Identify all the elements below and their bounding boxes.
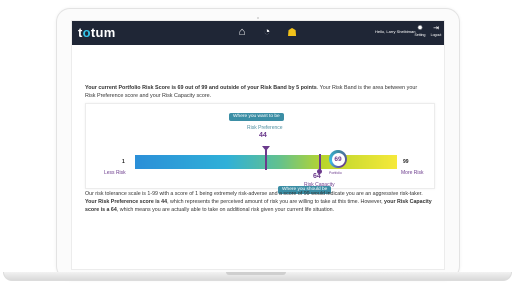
- user-greeting: Hello, Larry Shelbiman: [375, 29, 416, 34]
- scale-min: 1: [122, 159, 125, 165]
- summary-bold: Your current Portfolio Risk Score is 69 …: [85, 85, 317, 91]
- portfolio-score-circle: 69: [329, 150, 347, 168]
- logo-dot: o: [82, 25, 91, 40]
- setting-button[interactable]: ✹ Setting: [412, 24, 428, 42]
- explain-text-3: , which means you are actually able to t…: [116, 206, 335, 213]
- logout-button[interactable]: ⇥ Logout: [428, 24, 444, 42]
- risk-summary: Your current Portfolio Risk Score is 69 …: [85, 84, 425, 100]
- risk-explanation: Our risk tolerance scale is 1-99 with a …: [85, 191, 433, 214]
- explain-text-1: Our risk tolerance scale is 1-99 with a …: [85, 191, 423, 197]
- less-risk-label: Less Risk: [104, 170, 126, 176]
- setting-label: Setting: [414, 33, 426, 37]
- laptop-notch: [226, 272, 286, 275]
- dashboard-icon[interactable]: ◔: [259, 25, 275, 39]
- top-navbar: totum ⌂ ◔ ☗ Hello, Larry Shelbiman ✹ Set…: [72, 21, 444, 45]
- app-logo[interactable]: totum: [78, 25, 116, 40]
- risk-capacity-value: 64: [313, 173, 321, 180]
- want-to-be-badge: Where you want to be: [229, 113, 284, 121]
- gear-icon: ✹: [417, 25, 423, 32]
- portfolio-label: Portfolio: [329, 171, 342, 175]
- more-risk-label: More Risk: [401, 170, 424, 176]
- scale-max: 99: [403, 159, 409, 165]
- app-screen: totum ⌂ ◔ ☗ Hello, Larry Shelbiman ✹ Set…: [71, 20, 445, 270]
- risk-preference-label: Risk Preference: [247, 125, 283, 131]
- preference-marker: [265, 148, 267, 170]
- camera: [257, 17, 259, 19]
- risk-gauge-card: Where you want to be Risk Preference 44 …: [85, 103, 435, 189]
- risk-preference-value: 44: [259, 132, 267, 139]
- logout-label: Logout: [430, 33, 442, 37]
- capacity-marker: [319, 154, 321, 170]
- logo-suffix: tum: [90, 25, 116, 40]
- logout-icon: ⇥: [433, 25, 439, 32]
- explain-text-2: , which represents the perceived amount …: [167, 198, 385, 205]
- home-icon[interactable]: ⌂: [234, 25, 250, 39]
- people-icon[interactable]: ☗: [284, 25, 300, 39]
- portfolio-score: 69: [331, 152, 345, 166]
- explain-bold-1: Your Risk Preference score is 44: [85, 198, 168, 205]
